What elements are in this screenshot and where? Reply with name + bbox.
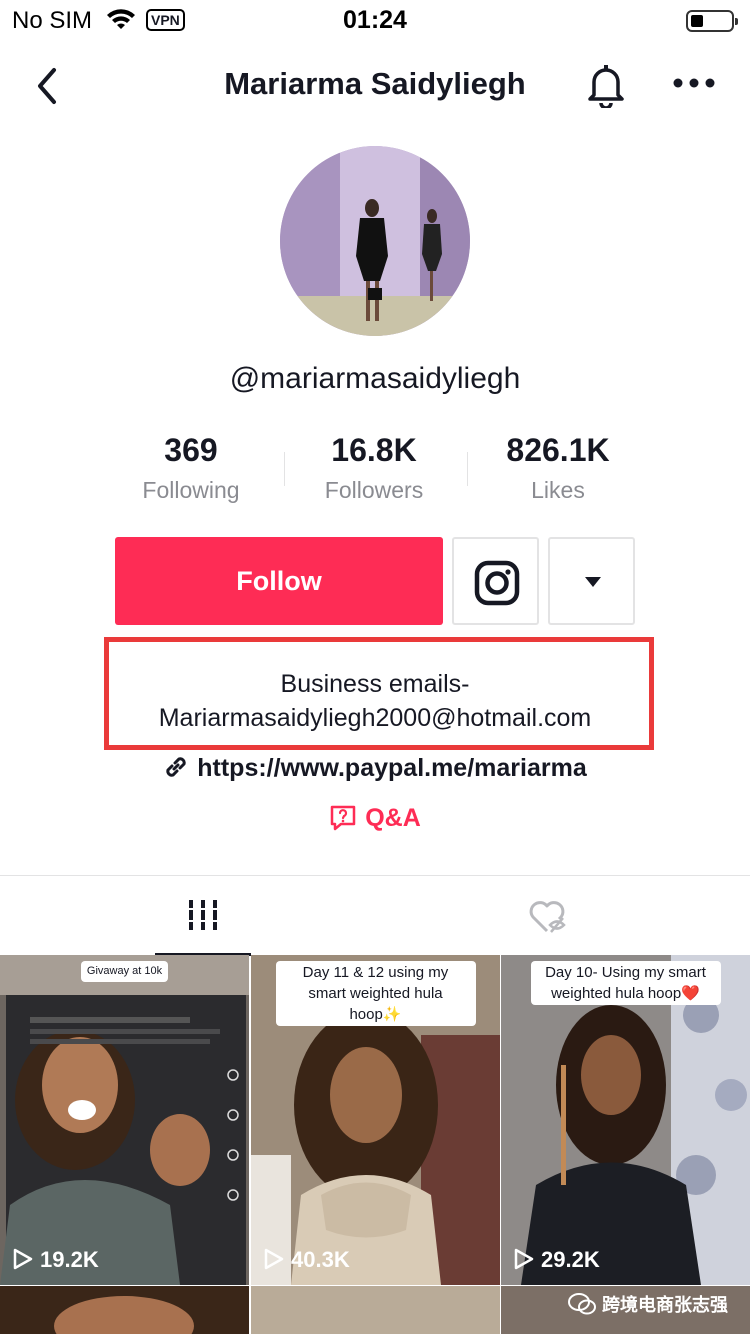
profile-link[interactable]: https://www.paypal.me/mariarma <box>0 754 750 783</box>
video-thumbnail-partial[interactable] <box>251 1286 500 1334</box>
video-view-count: 40.3K <box>263 1247 350 1273</box>
grid-icon <box>187 900 219 930</box>
instagram-button[interactable] <box>452 537 539 625</box>
more-options-button[interactable] <box>670 68 718 98</box>
tab-liked[interactable] <box>375 876 750 956</box>
stat-following[interactable]: 369 Following <box>101 432 281 504</box>
bell-icon <box>588 65 624 110</box>
profile-bio: Business emails- Mariarmasaidyliegh2000@… <box>0 667 750 735</box>
stat-value: 16.8K <box>331 432 417 468</box>
wechat-icon <box>568 1293 596 1315</box>
top-nav: Mariarma Saidyliegh <box>0 40 750 130</box>
more-dots-icon <box>673 78 715 88</box>
watermark: 跨境电商张志强 <box>568 1291 728 1317</box>
qa-label: Q&A <box>365 804 421 832</box>
instagram-icon <box>474 560 520 606</box>
clock: 01:24 <box>343 6 407 34</box>
play-icon <box>13 1248 33 1270</box>
play-icon <box>514 1248 534 1270</box>
page-title: Mariarma Saidyliegh <box>224 66 526 101</box>
play-icon <box>264 1248 284 1270</box>
stat-likes: 826.1K Likes <box>468 432 648 504</box>
link-icon <box>166 757 186 777</box>
video-caption: Day 10- Using my smart weighted hula hoo… <box>501 961 750 1005</box>
stat-label: Followers <box>324 477 424 503</box>
stat-value: 826.1K <box>506 432 610 468</box>
qa-button[interactable]: Q&A <box>0 804 750 833</box>
video-thumbnail[interactable]: Day 11 & 12 using my smart weighted hula… <box>251 955 500 1285</box>
stat-followers[interactable]: 16.8K Followers <box>284 432 464 504</box>
follow-button[interactable]: Follow <box>115 537 443 625</box>
video-view-count: 19.2K <box>12 1247 99 1273</box>
video-caption: Givaway at 10k <box>0 961 249 982</box>
caret-down-icon <box>585 577 601 587</box>
profile-tabs <box>0 875 750 956</box>
tab-videos[interactable] <box>0 876 375 956</box>
profile-username: @mariarmasaidyliegh <box>229 362 521 395</box>
bio-email: Mariarmasaidyliegh2000@hotmail.com <box>158 704 592 732</box>
link-url: https://www.paypal.me/mariarma <box>197 754 587 782</box>
status-bar: No SIM VPN 01:24 <box>0 0 750 40</box>
video-thumbnail[interactable]: Givaway at 10k 19.2K <box>0 955 249 1285</box>
stat-label: Likes <box>531 477 585 503</box>
video-view-count: 29.2K <box>513 1247 600 1273</box>
video-thumbnail-partial[interactable] <box>0 1286 249 1334</box>
video-grid: Givaway at 10k 19.2K Day 11 & 12 using m… <box>0 955 750 1334</box>
stat-label: Following <box>142 477 240 503</box>
avatar[interactable] <box>280 146 470 336</box>
liked-hidden-icon <box>529 901 566 933</box>
video-thumbnail[interactable]: Day 10- Using my smart weighted hula hoo… <box>501 955 750 1285</box>
battery-icon <box>686 10 738 32</box>
bio-line: Business emails- <box>280 670 470 698</box>
suggested-accounts-dropdown[interactable] <box>548 537 635 625</box>
video-caption: Day 11 & 12 using my smart weighted hula… <box>251 961 500 1026</box>
stat-value: 369 <box>164 432 218 468</box>
notification-bell-button[interactable] <box>584 62 628 110</box>
question-bubble-icon <box>330 805 356 831</box>
